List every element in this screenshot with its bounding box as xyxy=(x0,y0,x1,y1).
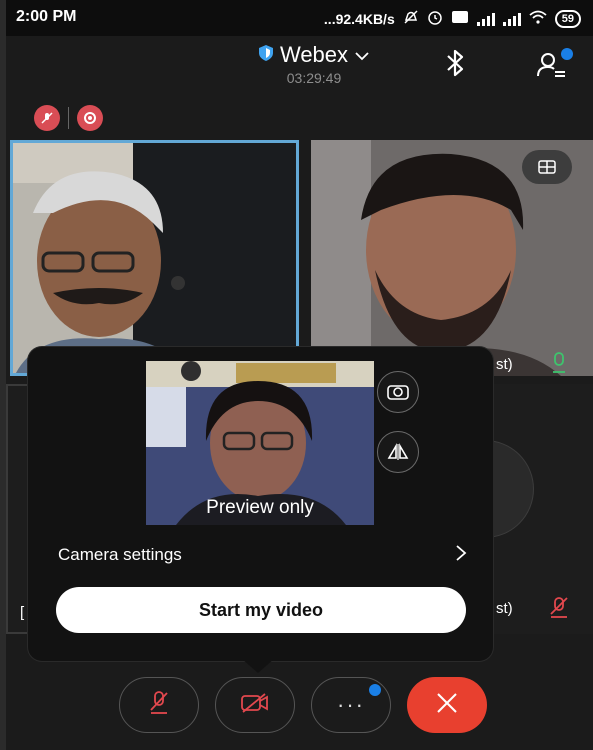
layout-grid-icon[interactable] xyxy=(522,150,572,184)
end-call-button[interactable] xyxy=(407,677,487,733)
meeting-title: Webex xyxy=(279,42,349,67)
volte-icon xyxy=(451,10,469,27)
record-icon xyxy=(77,105,103,131)
video-off-icon xyxy=(240,692,270,719)
camera-settings-row[interactable]: Camera settings xyxy=(58,542,468,568)
recording-indicators xyxy=(34,105,103,131)
more-options-badge xyxy=(369,684,381,696)
meeting-header: Webex 03:29:49 xyxy=(6,36,593,96)
video-button[interactable] xyxy=(215,677,295,733)
participant-2-label: st) xyxy=(496,356,513,373)
battery-indicator: 59 xyxy=(554,9,581,28)
camera-settings-label: Camera settings xyxy=(58,545,182,564)
participants-icon[interactable] xyxy=(534,46,573,82)
clock: 2:00 PM xyxy=(16,8,77,25)
participant-3-label: [ xyxy=(20,604,25,621)
preview-only-label: Preview only xyxy=(206,497,314,518)
more-options-button[interactable]: ··· xyxy=(311,677,391,733)
signal-icon-1 xyxy=(476,12,495,26)
status-bar: 2:00 PM ...92.4KB/s 59 xyxy=(6,0,593,36)
mute-indicator-icon xyxy=(34,105,60,131)
mute-status-icon xyxy=(403,9,419,28)
signal-icon-2 xyxy=(502,12,521,26)
webex-meeting-screen: 2:00 PM ...92.4KB/s 59 Webex 03:29:49 st… xyxy=(6,0,593,750)
participant-video-tile-1[interactable] xyxy=(10,140,299,376)
start-my-video-button[interactable]: Start my video xyxy=(56,587,466,633)
video-preview-popup: Preview only Camera settings Start my vi… xyxy=(28,347,493,661)
participant-4-label: st) xyxy=(496,600,513,617)
mute-button[interactable] xyxy=(119,677,199,733)
status-icons: ...92.4KB/s 59 xyxy=(324,9,581,28)
indicator-divider xyxy=(68,107,69,129)
participants-badge xyxy=(561,48,573,60)
mic-muted-icon xyxy=(147,690,171,721)
shield-icon xyxy=(258,42,274,68)
chevron-right-icon xyxy=(454,544,468,567)
chevron-down-icon[interactable] xyxy=(354,42,370,68)
more-icon: ··· xyxy=(337,692,365,717)
mic-active-icon xyxy=(552,352,566,379)
mic-muted-indicator-icon xyxy=(548,596,570,625)
network-speed: ...92.4KB/s xyxy=(323,10,395,27)
switch-camera-icon[interactable] xyxy=(377,371,419,413)
meeting-title-area[interactable]: Webex 03:29:49 xyxy=(234,42,394,86)
meeting-timer: 03:29:49 xyxy=(286,70,342,86)
participant-video-1 xyxy=(13,143,296,373)
wifi-icon xyxy=(529,10,547,27)
bluetooth-icon[interactable] xyxy=(442,48,468,78)
alarm-icon xyxy=(427,9,443,28)
popup-pointer xyxy=(242,659,274,673)
mirror-icon[interactable] xyxy=(377,431,419,473)
self-video-preview: Preview only xyxy=(146,361,374,525)
end-call-icon xyxy=(434,690,460,721)
